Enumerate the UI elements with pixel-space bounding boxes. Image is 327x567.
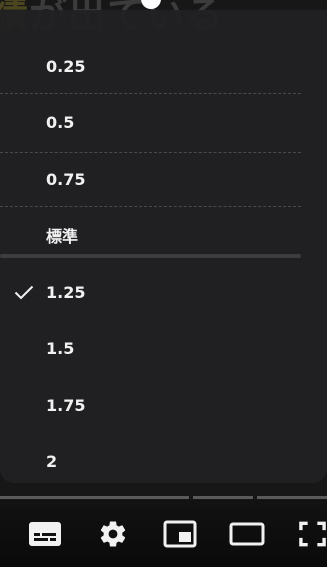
speed-option-label: 1.5: [46, 338, 75, 358]
speed-option-0-75[interactable]: 0.75: [0, 151, 327, 207]
player-controls: [0, 500, 327, 567]
speed-option-label: 0.75: [46, 169, 86, 189]
speed-option-1-25[interactable]: 1.25: [0, 264, 327, 320]
fullscreen-button[interactable]: [298, 520, 327, 548]
miniplayer-button[interactable]: [162, 520, 198, 548]
speed-option-label: 2: [46, 451, 58, 471]
speed-option-label: 1.75: [46, 395, 86, 415]
theater-mode-icon: [229, 522, 265, 546]
video-player: 績が出ている 0.25 0.5 0.75 標準 1.25 1.5 1: [0, 0, 327, 567]
speed-option-0-25[interactable]: 0.25: [0, 38, 327, 94]
theater-mode-button[interactable]: [229, 520, 265, 548]
playback-speed-menu: 0.25 0.5 0.75 標準 1.25 1.5 1.75 2: [0, 10, 327, 483]
speed-option-1-5[interactable]: 1.5: [0, 320, 327, 376]
chapter-segment: [0, 496, 189, 499]
speed-option-label: 1.25: [46, 282, 86, 302]
subtitles-button[interactable]: [27, 520, 63, 548]
speed-option-1-75[interactable]: 1.75: [0, 377, 327, 433]
settings-button[interactable]: [95, 520, 131, 548]
subtitles-icon: [29, 522, 61, 546]
speed-option-label: 標準: [46, 227, 79, 246]
chapter-segment: [257, 496, 327, 499]
miniplayer-icon: [163, 520, 197, 548]
checkmark-icon: [14, 285, 34, 300]
fullscreen-icon: [299, 521, 326, 547]
speed-option-label: 0.5: [46, 112, 75, 132]
speed-option-0-5[interactable]: 0.5: [0, 94, 327, 150]
settings-gear-icon: [100, 521, 126, 547]
speed-option-label: 0.25: [46, 56, 86, 76]
speed-option-2[interactable]: 2: [0, 433, 327, 489]
chapter-segment: [193, 496, 253, 499]
section-divider: [0, 254, 301, 258]
